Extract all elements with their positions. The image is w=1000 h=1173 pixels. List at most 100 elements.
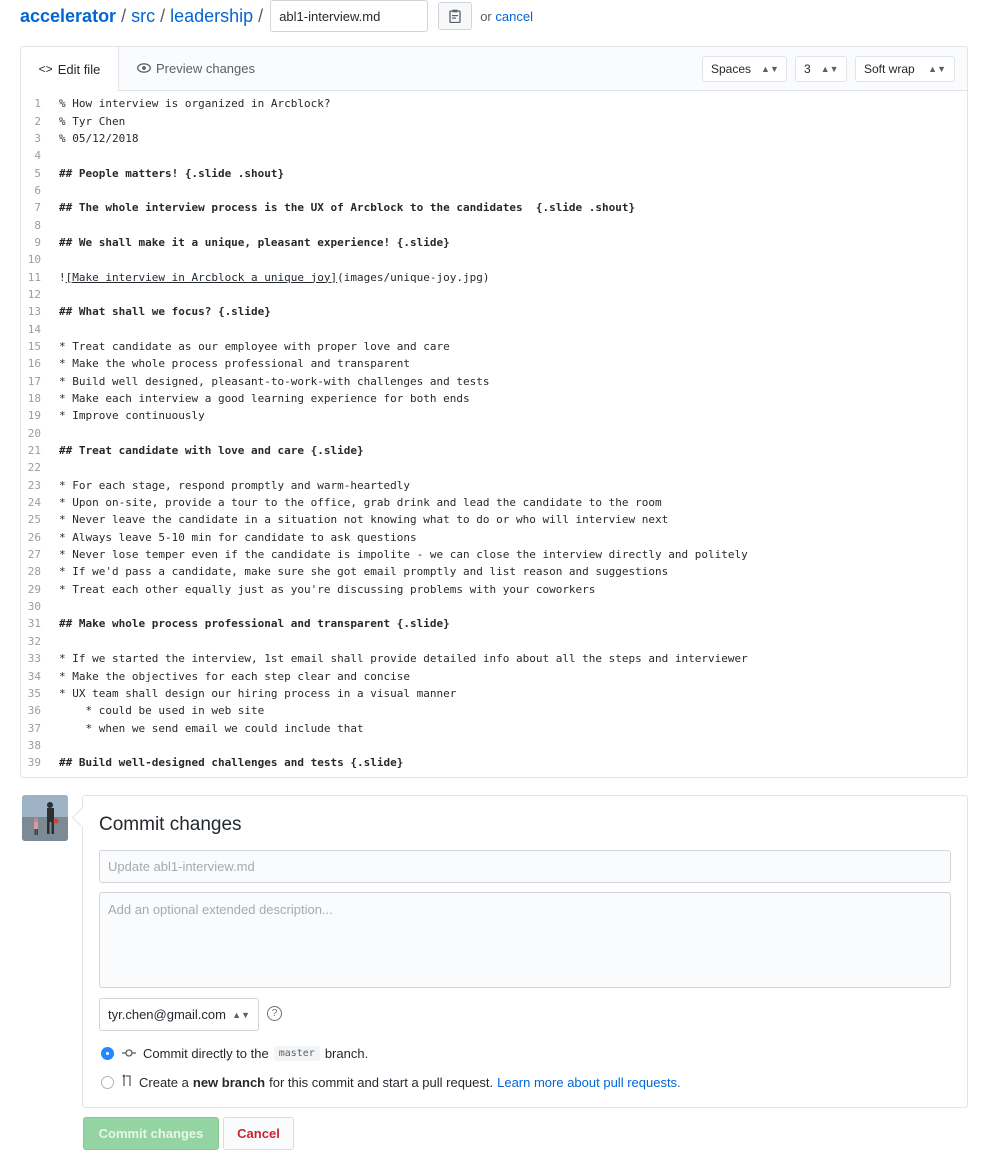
code-line: 11 ![Make interview in Arcblock a unique … — [21, 268, 967, 285]
line-number: 22 — [27, 461, 41, 475]
code-line: 2 % Tyr Chen — [21, 112, 967, 129]
code-line: 1 % How interview is organized in Arcbloc… — [21, 95, 967, 112]
commit-summary-input[interactable] — [99, 850, 951, 883]
learn-more-link[interactable]: Learn more about pull requests. — [497, 1075, 681, 1090]
line-number: 7 — [34, 201, 41, 215]
code-line: 27 * Never lose temper even if the candid… — [21, 546, 967, 563]
indent-size-select[interactable]: 3 ▲▼ — [795, 56, 847, 82]
code-line: 3 % 05/12/2018 — [21, 130, 967, 147]
avatar — [22, 795, 68, 841]
indent-size-value: 3 — [804, 62, 811, 76]
line-text: % How interview is organized in Arcblock… — [59, 97, 331, 111]
cancel-button[interactable]: Cancel — [223, 1117, 294, 1150]
tab-label: Preview changes — [156, 61, 255, 76]
line-text: * If we'd pass a candidate, make sure sh… — [59, 565, 669, 579]
code-line: 26 * Always leave 5-10 min for candidate … — [21, 529, 967, 546]
line-text: ## We shall make it a unique, pleasant e… — [59, 235, 450, 249]
wrap-mode-select[interactable]: Soft wrap ▲▼ — [855, 56, 955, 82]
breadcrumb-repo-link[interactable]: accelerator — [20, 6, 116, 27]
line-number: 23 — [27, 478, 41, 492]
clipboard-button[interactable] — [438, 2, 473, 30]
code-line: 32 — [21, 633, 967, 650]
code-line: 33 * If we started the interview, 1st ema… — [21, 650, 967, 667]
editor-header: <> Edit file Preview changes Spaces ▲▼ 3… — [21, 47, 967, 91]
git-pull-request-icon — [122, 1074, 132, 1090]
code-line: 30 — [21, 598, 967, 615]
indent-mode-select[interactable]: Spaces ▲▼ — [702, 56, 787, 82]
option-bold-text: new branch — [192, 1074, 266, 1090]
code-line: 13 ## What shall we focus? {.slide} — [21, 303, 967, 320]
option-text: Commit directly to the — [143, 1046, 269, 1061]
tab-preview-changes[interactable]: Preview changes — [119, 47, 269, 90]
line-number: 5 — [34, 166, 41, 180]
line-number: 6 — [34, 183, 41, 197]
code-line: 19 * Improve continuously — [21, 407, 967, 424]
code-line: 4 — [21, 147, 967, 164]
commit-email-select[interactable]: tyr.chen@gmail.com ▲▼ — [99, 998, 259, 1031]
line-number: 17 — [27, 374, 41, 388]
code-line: 38 — [21, 737, 967, 754]
select-arrows-icon: ▲▼ — [928, 64, 946, 74]
line-text: * Never lose temper even if the candidat… — [59, 548, 748, 562]
line-text: ## Make whole process professional and t… — [59, 617, 450, 631]
clipboard-icon — [449, 9, 461, 23]
line-number: 38 — [27, 738, 41, 752]
code-editor[interactable]: 1 % How interview is organized in Arcbloc… — [21, 91, 967, 771]
filename-input[interactable] — [270, 0, 429, 32]
line-number: 25 — [27, 513, 41, 527]
image-path: (images/unique-joy.jpg) — [337, 270, 490, 284]
breadcrumb-src-link[interactable]: src — [131, 6, 155, 27]
line-text: * Make the whole process professional an… — [59, 357, 410, 371]
line-number: 39 — [27, 756, 41, 770]
line-number: 27 — [27, 548, 41, 562]
file-editor: <> Edit file Preview changes Spaces ▲▼ 3… — [20, 46, 968, 778]
line-number: 11 — [27, 270, 41, 284]
code-line: 21 ## Treat candidate with love and care … — [21, 442, 967, 459]
line-number: 32 — [27, 634, 41, 648]
code-line: 35 * UX team shall design our hiring proc… — [21, 685, 967, 702]
code-line: 18 * Make each interview a good learning … — [21, 390, 967, 407]
commit-description-input[interactable] — [99, 892, 951, 988]
question-icon[interactable]: ? — [267, 1006, 282, 1021]
tab-edit-file[interactable]: <> Edit file — [21, 47, 119, 91]
line-number: 21 — [27, 444, 41, 458]
line-text: % 05/12/2018 — [59, 131, 139, 145]
code-line: 9 ## We shall make it a unique, pleasant … — [21, 234, 967, 251]
line-number: 28 — [27, 565, 41, 579]
code-line: 39 ## Build well-designed challenges and … — [21, 754, 967, 771]
line-text: ## Treat candidate with love and care {.… — [59, 444, 364, 458]
line-number: 34 — [27, 669, 41, 683]
code-line: 10 — [21, 251, 967, 268]
line-text: * when we send email we could include th… — [59, 721, 364, 735]
line-number: 3 — [34, 131, 41, 145]
code-line: 31 ## Make whole process professional and… — [21, 615, 967, 632]
avatar-photo — [22, 795, 68, 841]
select-arrows-icon: ▲▼ — [820, 64, 839, 74]
commit-new-branch-option[interactable]: Create a new branch for this commit and … — [101, 1074, 681, 1090]
code-icon: <> — [38, 62, 53, 76]
line-number: 26 — [27, 530, 41, 544]
code-line: 12 — [21, 286, 967, 303]
commit-changes-button[interactable]: Commit changes — [83, 1117, 219, 1150]
line-text: * Make the objectives for each step clea… — [59, 669, 410, 683]
cancel-link[interactable]: cancel — [495, 9, 533, 24]
line-text: * Improve continuously — [59, 409, 205, 423]
code-line: 24 * Upon on-site, provide a tour to the … — [21, 494, 967, 511]
breadcrumb-leadership-link[interactable]: leadership — [170, 6, 253, 27]
line-text: ## People matters! {.slide .shout} — [59, 166, 285, 180]
line-text: * Treat each other equally just as you'r… — [59, 582, 596, 596]
indent-mode-value: Spaces — [711, 62, 752, 76]
line-text: ![Make interview in Arcblock a unique jo… — [59, 271, 489, 284]
commit-direct-option[interactable]: Commit directly to the master branch. — [101, 1046, 368, 1061]
line-text: * UX team shall design our hiring proces… — [59, 686, 457, 700]
line-text: ## The whole interview process is the UX… — [59, 201, 636, 215]
code-line: 29 * Treat each other equally just as you… — [21, 581, 967, 598]
or-text: or — [480, 8, 492, 24]
code-line: 17 * Build well designed, pleasant-to-wor… — [21, 373, 967, 390]
commit-new-branch-radio[interactable] — [101, 1075, 114, 1089]
line-number: 19 — [27, 409, 41, 423]
code-line: 20 — [21, 425, 967, 442]
commit-direct-radio[interactable] — [101, 1047, 114, 1060]
line-number: 15 — [27, 339, 41, 353]
option-text: for this commit and start a pull request… — [269, 1074, 494, 1090]
